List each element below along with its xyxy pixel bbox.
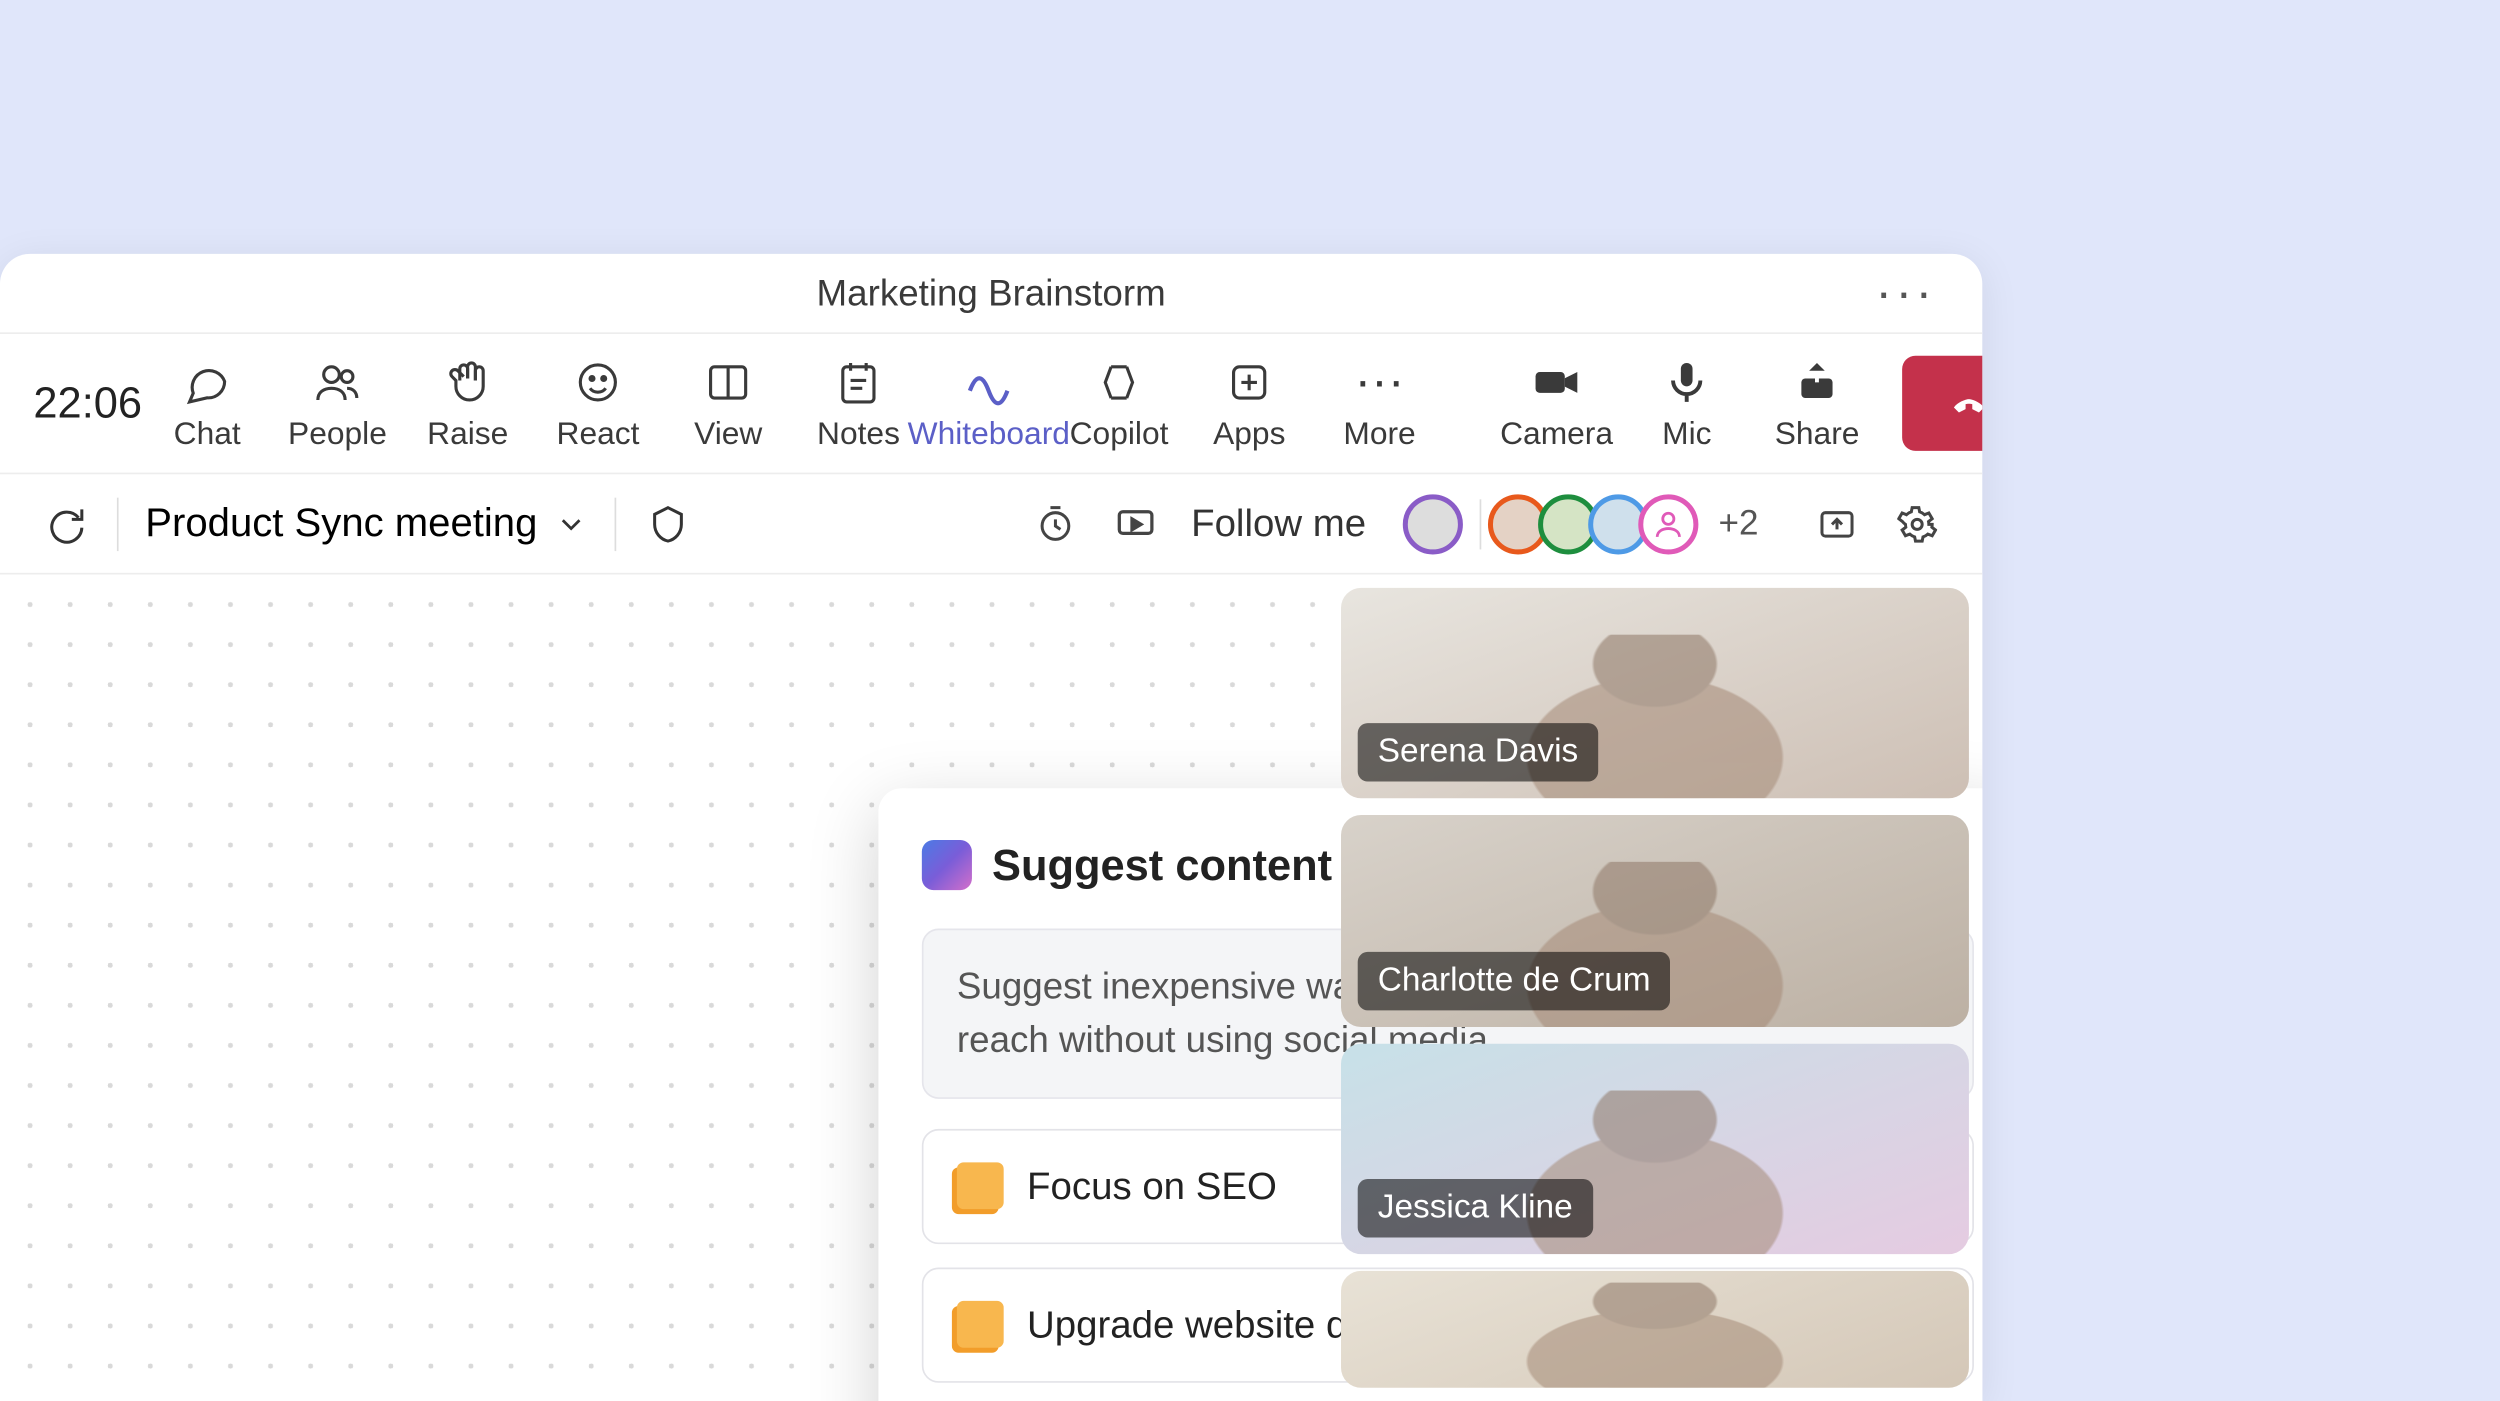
title-bar: Marketing Brainstorm ··· <box>0 254 1982 334</box>
video-tile[interactable]: Charlotte de Crum <box>1341 816 1969 1027</box>
participant-avatars[interactable]: +2 <box>1413 493 1759 553</box>
chat-button[interactable]: Chat <box>142 345 272 462</box>
meeting-time: 22:06 <box>33 377 142 429</box>
raise-hand-icon <box>444 353 491 410</box>
more-button[interactable]: ··· More <box>1314 345 1444 462</box>
whiteboard-icon <box>964 353 1014 410</box>
camera-icon <box>1532 353 1582 410</box>
apps-button[interactable]: Apps <box>1184 345 1314 462</box>
share-panel-icon[interactable] <box>1812 498 1862 548</box>
window-title: Marketing Brainstorm <box>817 271 1166 314</box>
document-name-dropdown[interactable]: Product Sync meeting <box>145 500 587 547</box>
chevron-down-icon <box>554 507 587 540</box>
mic-icon <box>1663 353 1710 410</box>
leave-button[interactable]: Leave <box>1902 356 1982 451</box>
apps-icon <box>1226 353 1273 410</box>
whiteboard-sub-bar: Product Sync meeting Follow me <box>0 474 1982 574</box>
video-rail: Serena Davis Charlotte de Crum Jessica K… <box>1328 574 1983 1401</box>
react-button[interactable]: React <box>533 345 663 462</box>
present-icon[interactable] <box>1111 498 1161 548</box>
video-tile[interactable]: Jessica Kline <box>1341 1044 1969 1255</box>
timer-icon[interactable] <box>1031 498 1081 548</box>
phone-down-icon <box>1949 383 1982 423</box>
settings-icon[interactable] <box>1892 498 1942 548</box>
share-button[interactable]: Share <box>1752 345 1882 462</box>
sticky-note-icon <box>957 1301 1004 1348</box>
more-icon: ··· <box>1355 353 1405 410</box>
follow-me-button[interactable]: Follow me <box>1191 501 1366 546</box>
sticky-note-icon <box>957 1163 1004 1210</box>
people-icon <box>314 353 361 410</box>
copilot-icon <box>1096 353 1143 410</box>
notes-button[interactable]: Notes <box>793 345 923 462</box>
notes-icon <box>835 353 882 410</box>
camera-button[interactable]: Camera <box>1491 345 1621 462</box>
people-button[interactable]: People <box>272 345 402 462</box>
whiteboard-canvas[interactable]: Jessica Kline Daniela Mandera Serena Dav… <box>0 574 1328 1401</box>
copilot-button[interactable]: Copilot <box>1054 345 1184 462</box>
whiteboard-button[interactable]: Whiteboard <box>924 345 1054 462</box>
privacy-icon[interactable] <box>643 498 693 548</box>
redo-icon[interactable] <box>40 498 90 548</box>
avatar-overflow-count: +2 <box>1719 504 1759 544</box>
video-tile[interactable]: Serena Davis <box>1341 588 1969 799</box>
mic-button[interactable]: Mic <box>1622 345 1752 462</box>
view-button[interactable]: View <box>663 345 793 462</box>
react-icon <box>575 353 622 410</box>
share-icon <box>1794 353 1841 410</box>
meeting-toolbar: 22:06 Chat People Raise React <box>0 334 1982 474</box>
view-icon <box>705 353 752 410</box>
raise-button[interactable]: Raise <box>403 345 533 462</box>
window-more-icon[interactable]: ··· <box>1875 265 1935 322</box>
chat-icon <box>184 353 231 410</box>
video-tile[interactable] <box>1341 1272 1969 1388</box>
copilot-logo-icon <box>922 840 972 890</box>
